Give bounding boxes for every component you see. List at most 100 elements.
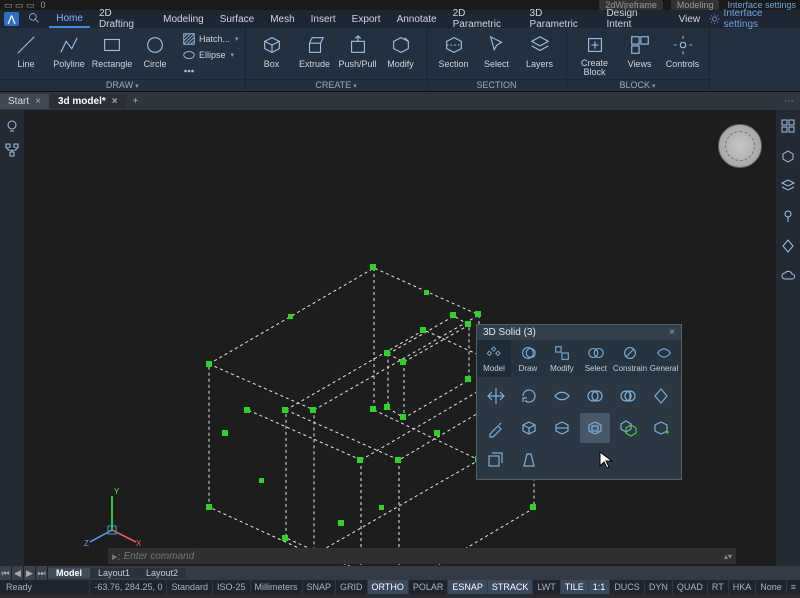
tool-rectangle[interactable]: Rectangle bbox=[92, 32, 132, 71]
status-menu-icon[interactable]: ≡ bbox=[786, 580, 800, 594]
tool-circle[interactable]: Circle bbox=[135, 32, 175, 71]
context-panel[interactable]: 3D Solid (3) × Model Draw Modify Select … bbox=[476, 324, 682, 480]
status-standard[interactable]: Standard bbox=[166, 580, 212, 594]
close-icon[interactable]: × bbox=[35, 96, 41, 107]
ctx-tab-constrain[interactable]: Constrain bbox=[613, 340, 647, 377]
ctx-tool-add-solid[interactable] bbox=[646, 413, 676, 443]
diamond-icon[interactable] bbox=[780, 238, 796, 254]
nav-last[interactable]: ⏭ bbox=[36, 566, 48, 580]
bulb-icon[interactable] bbox=[4, 118, 20, 134]
tabs-overflow-icon[interactable]: ⋯ bbox=[778, 96, 800, 107]
ctx-tab-select[interactable]: Select bbox=[579, 340, 613, 377]
tool-pushpull[interactable]: Push/Pull bbox=[338, 32, 378, 71]
ctx-tab-general[interactable]: General bbox=[647, 340, 681, 377]
ctx-tab-model[interactable]: Model bbox=[477, 340, 511, 377]
close-icon[interactable]: × bbox=[112, 96, 118, 107]
status-units[interactable]: Millimeters bbox=[250, 580, 302, 594]
tool-polyline[interactable]: Polyline bbox=[49, 32, 89, 71]
iface-settings-link[interactable]: Interface settings bbox=[709, 8, 796, 30]
status-toggle-esnap[interactable]: ESNAP bbox=[447, 580, 487, 594]
command-bar[interactable]: ▸: ▴▾ bbox=[108, 548, 736, 564]
status-toggle-hka[interactable]: HKA bbox=[728, 580, 756, 594]
tool-views[interactable]: Views bbox=[620, 32, 660, 71]
status-toggle-ducs[interactable]: DUCS bbox=[609, 580, 644, 594]
status-toggle-strack[interactable]: STRACK bbox=[487, 580, 533, 594]
tool-box[interactable]: Box bbox=[252, 32, 292, 71]
layout-tab-model[interactable]: Model bbox=[48, 568, 90, 578]
ctx-tab-draw[interactable]: Draw bbox=[511, 340, 545, 377]
ctx-tool-boolean-union[interactable] bbox=[580, 381, 610, 411]
ctx-tool-offset-face[interactable] bbox=[481, 445, 511, 475]
ctx-tool-face[interactable] bbox=[547, 381, 577, 411]
tool-line[interactable]: Line bbox=[6, 32, 46, 71]
layout-tab-2[interactable]: Layout2 bbox=[138, 568, 186, 578]
status-toggle-none[interactable]: None bbox=[755, 580, 786, 594]
tool-create-block[interactable]: Create Block bbox=[573, 32, 617, 79]
menu-view[interactable]: View bbox=[672, 12, 708, 27]
tool-misc[interactable] bbox=[182, 64, 239, 78]
ctx-tool-boolean-subtract[interactable] bbox=[613, 381, 643, 411]
status-toggle-quad[interactable]: QUAD bbox=[672, 580, 707, 594]
context-panel-header[interactable]: 3D Solid (3) × bbox=[477, 325, 681, 340]
status-toggle-polar[interactable]: POLAR bbox=[408, 580, 448, 594]
cube-icon[interactable] bbox=[780, 148, 796, 164]
pin-icon[interactable] bbox=[780, 208, 796, 224]
tool-select[interactable]: Select bbox=[477, 32, 517, 71]
cmd-history-icon[interactable]: ▴▾ bbox=[724, 552, 732, 561]
tab-model[interactable]: 3d model*× bbox=[50, 94, 126, 109]
grid-icon[interactable] bbox=[780, 118, 796, 134]
status-toggle-tile[interactable]: TILE bbox=[560, 580, 588, 594]
nav-prev[interactable]: ◀ bbox=[12, 566, 24, 580]
status-iso[interactable]: ISO-25 bbox=[212, 580, 250, 594]
menu-surface[interactable]: Surface bbox=[213, 12, 261, 27]
tool-controls[interactable]: Controls bbox=[663, 32, 703, 71]
tool-hatch[interactable]: Hatch... bbox=[182, 32, 239, 46]
menu-export[interactable]: Export bbox=[345, 12, 388, 27]
ctx-tool-slice[interactable] bbox=[547, 413, 577, 443]
tool-extrude[interactable]: Extrude bbox=[295, 32, 335, 71]
ctx-tool-copy-solid[interactable] bbox=[613, 413, 643, 443]
cloud-icon[interactable] bbox=[780, 268, 796, 284]
status-toggle-lwt[interactable]: LWT bbox=[532, 580, 559, 594]
view-compass[interactable] bbox=[718, 124, 762, 168]
menu-insert[interactable]: Insert bbox=[304, 12, 343, 27]
ctx-tool-edit[interactable] bbox=[481, 413, 511, 443]
close-icon[interactable]: × bbox=[669, 327, 675, 338]
group-block-label[interactable]: BLOCK bbox=[618, 80, 658, 91]
app-icon[interactable]: ⋀ bbox=[4, 12, 19, 26]
command-input[interactable] bbox=[121, 551, 724, 562]
status-toggle-rt[interactable]: RT bbox=[707, 580, 728, 594]
tool-section[interactable]: Section bbox=[434, 32, 474, 71]
ctx-tool-box-edit[interactable] bbox=[514, 413, 544, 443]
status-toggle-ortho[interactable]: ORTHO bbox=[367, 580, 408, 594]
status-toggle-snap[interactable]: SNAP bbox=[302, 580, 336, 594]
layout-tab-1[interactable]: Layout1 bbox=[90, 568, 138, 578]
status-toggle-grid[interactable]: GRID bbox=[335, 580, 367, 594]
ctx-tool-taper[interactable] bbox=[514, 445, 544, 475]
structure-icon[interactable] bbox=[4, 142, 20, 158]
ctx-tool-boolean-intersect[interactable] bbox=[646, 381, 676, 411]
tool-modify[interactable]: Modify bbox=[381, 32, 421, 71]
status-toggle-dyn[interactable]: DYN bbox=[644, 580, 672, 594]
ctx-tool-move[interactable] bbox=[481, 381, 511, 411]
layers-icon[interactable] bbox=[780, 178, 796, 194]
tool-layers[interactable]: Layers bbox=[520, 32, 560, 71]
ctx-tool-shell[interactable] bbox=[580, 413, 610, 443]
group-create-label[interactable]: CREATE bbox=[313, 80, 358, 91]
search-icon[interactable] bbox=[21, 10, 47, 29]
viewport[interactable]: Y X Z 3D Solid (3) × Model Draw Modify S… bbox=[24, 110, 776, 566]
menu-home[interactable]: Home bbox=[49, 11, 90, 28]
menu-mesh[interactable]: Mesh bbox=[263, 12, 301, 27]
tool-hatch-label: Hatch... bbox=[199, 34, 230, 44]
status-toggle-1:1[interactable]: 1:1 bbox=[588, 580, 610, 594]
tab-start[interactable]: Start× bbox=[0, 94, 49, 109]
nav-next[interactable]: ▶ bbox=[24, 566, 36, 580]
group-draw-label[interactable]: DRAW bbox=[104, 80, 141, 91]
menu-modeling[interactable]: Modeling bbox=[156, 12, 211, 27]
tab-new[interactable]: + bbox=[127, 96, 145, 107]
nav-first[interactable]: ⏮ bbox=[0, 566, 12, 580]
tool-ellipse[interactable]: Ellipse bbox=[182, 48, 239, 62]
ctx-tool-rotate[interactable] bbox=[514, 381, 544, 411]
ctx-tab-modify[interactable]: Modify bbox=[545, 340, 579, 377]
menu-annotate[interactable]: Annotate bbox=[390, 12, 444, 27]
